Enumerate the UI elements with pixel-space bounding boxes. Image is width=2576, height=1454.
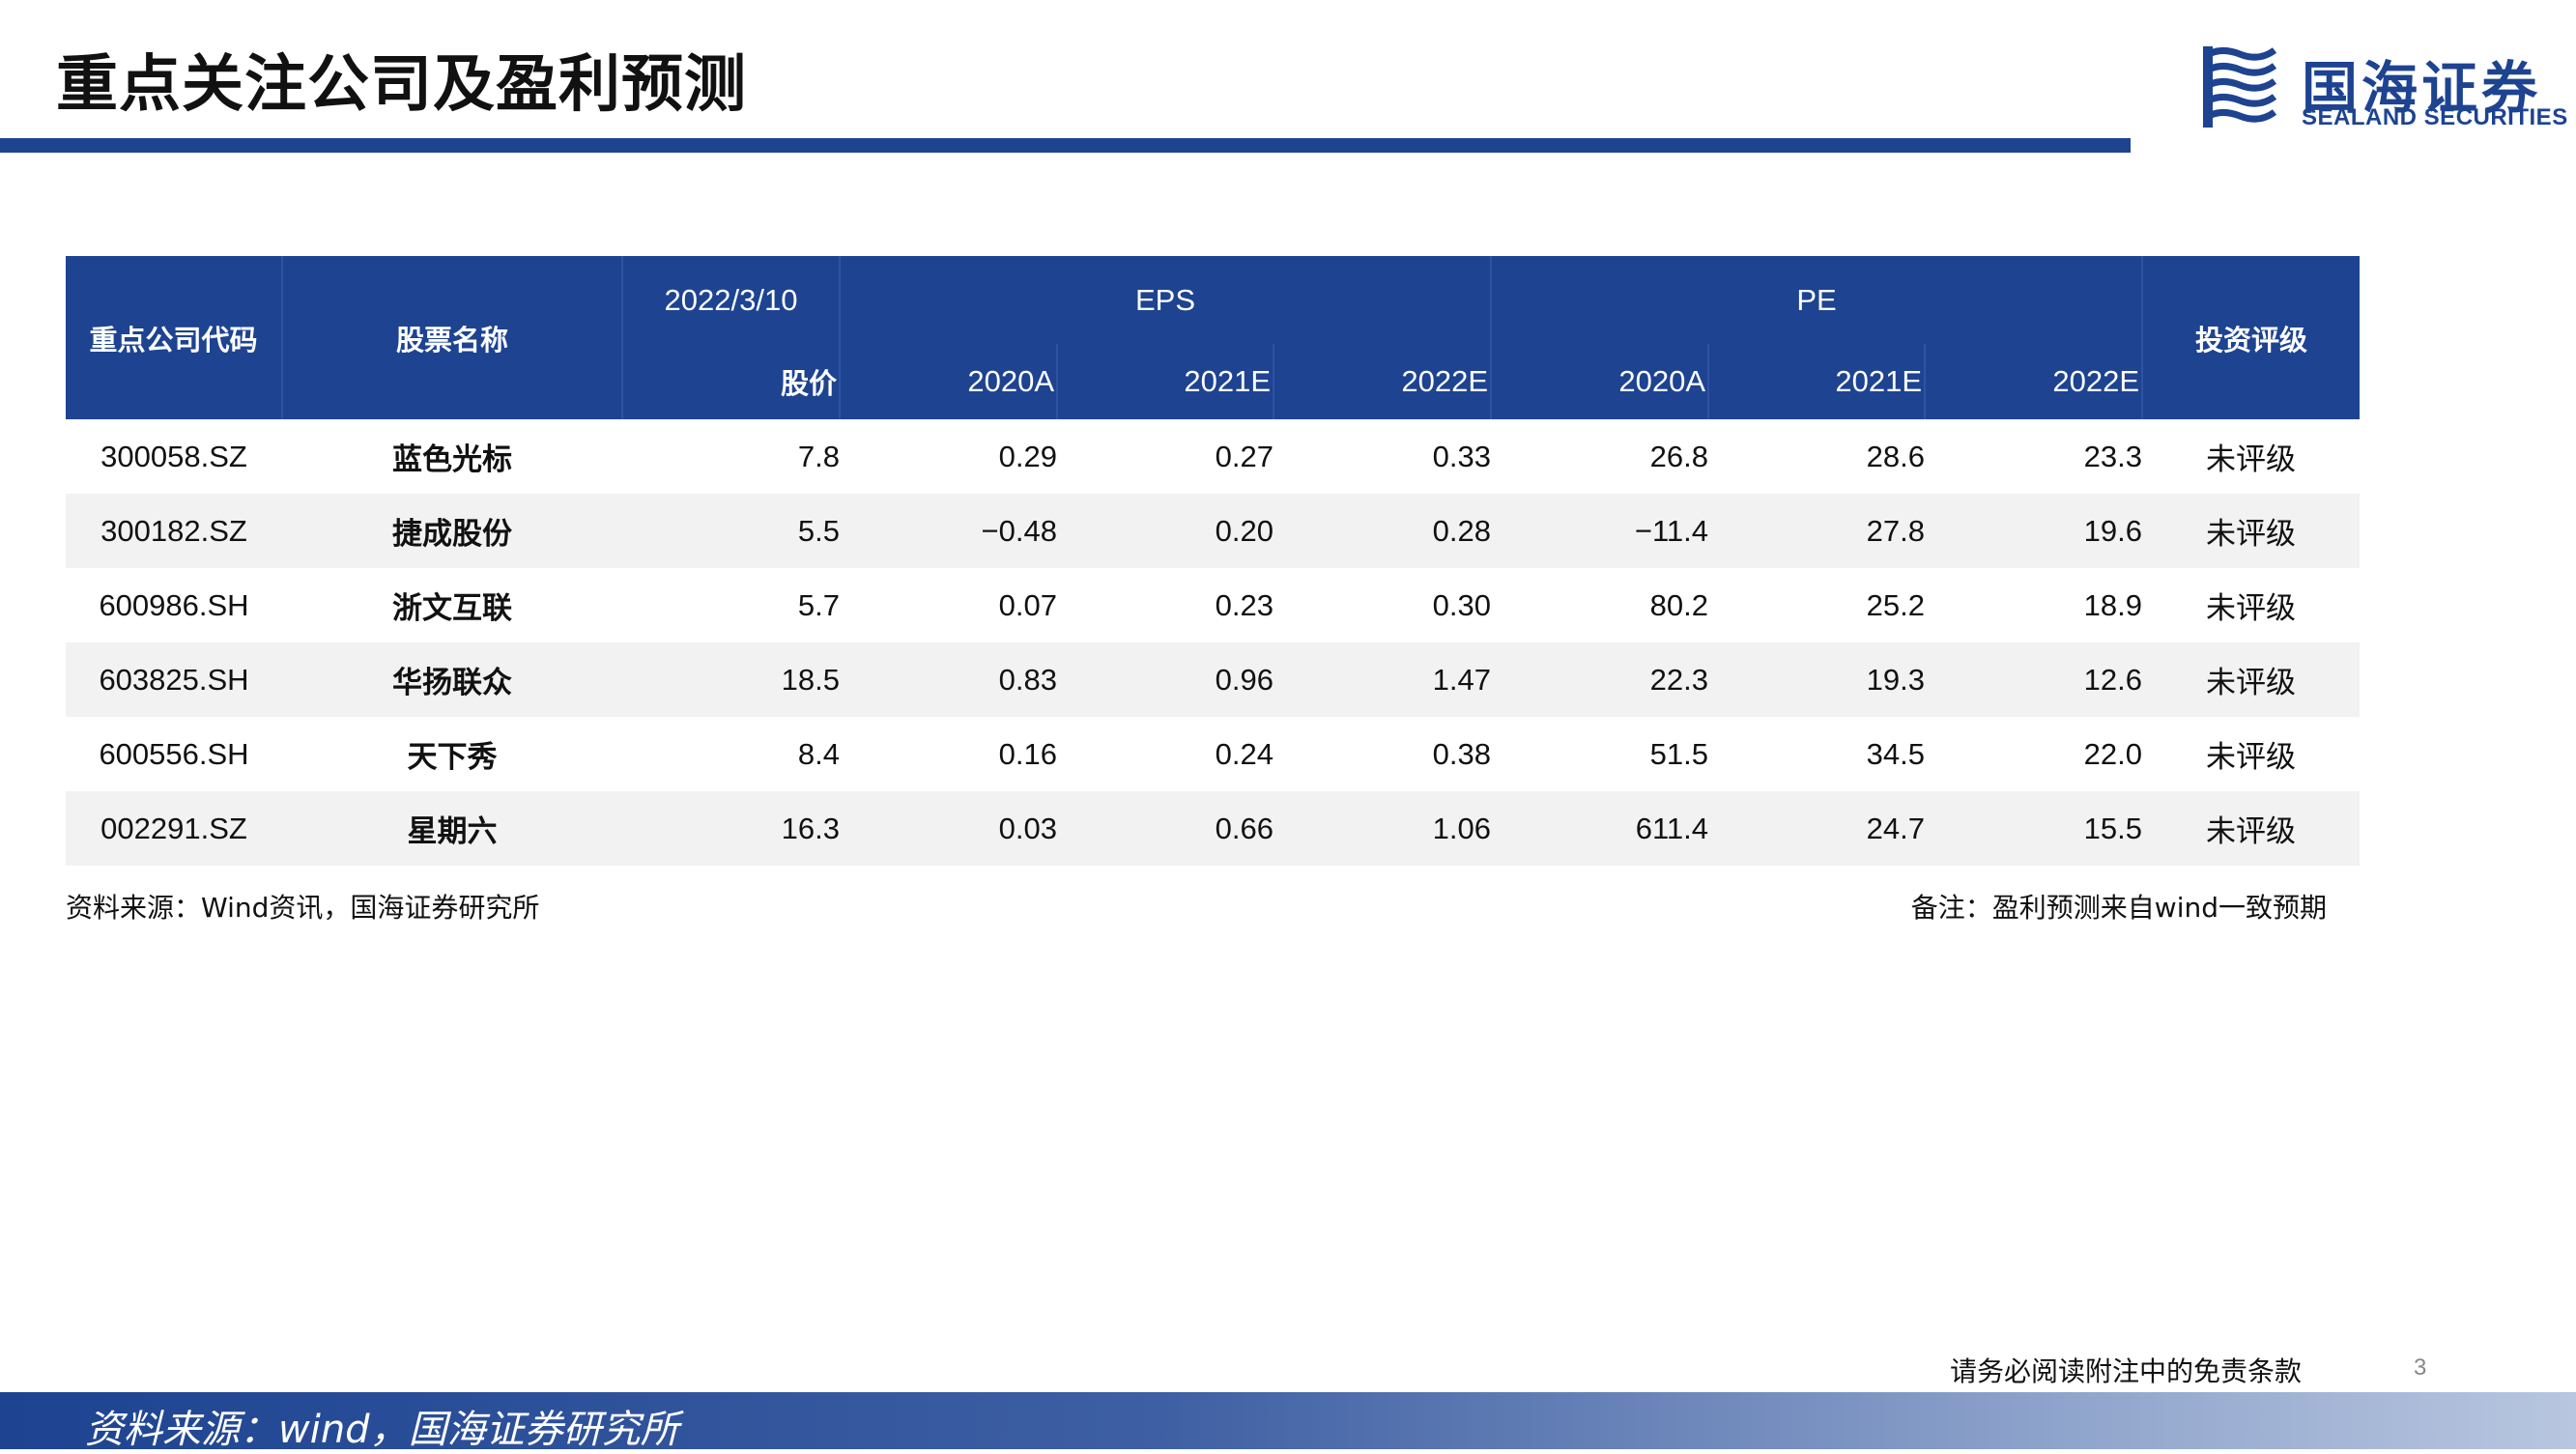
source-note: 资料来源：Wind资讯，国海证券研究所 bbox=[66, 892, 540, 924]
header-date: 2022/3/10 bbox=[622, 256, 841, 344]
cell-eps-2021e: 0.20 bbox=[1057, 494, 1274, 568]
cell-price: 8.4 bbox=[797, 736, 840, 771]
cell-rating: 未评级 bbox=[2206, 740, 2296, 775]
cell-pe-2022e: 12.6 bbox=[1925, 642, 2142, 717]
logo-english-name: SEALAND SECURITIES bbox=[2302, 104, 2568, 130]
table-row: 300182.SZ 捷成股份 5.5 −0.48 0.20 0.28 −11.4… bbox=[66, 494, 2360, 568]
cell-name: 华扬联众 bbox=[282, 642, 622, 717]
cell-eps-2020a: 0.16 bbox=[998, 736, 1057, 771]
company-logo: 国海证券 SEALAND SECURITIES bbox=[2201, 43, 2567, 139]
remark-note: 备注：盈利预测来自wind一致预期 bbox=[1910, 892, 2327, 924]
table-row: 603825.SH 华扬联众 18.5 0.83 0.96 1.47 22.3 … bbox=[66, 642, 2360, 717]
cell-price: 5.5 bbox=[622, 494, 840, 568]
cell-pe-2021e: 34.5 bbox=[1866, 736, 1925, 771]
cell-eps-2021e: 0.96 bbox=[1057, 642, 1274, 717]
cell-price: 18.5 bbox=[622, 642, 840, 717]
cell-eps-2021e: 0.23 bbox=[1215, 587, 1274, 622]
cell-pe-2021e: 27.8 bbox=[1708, 494, 1925, 568]
page-number: 3 bbox=[2414, 1354, 2427, 1381]
table-row: 600986.SH 浙文互联 5.7 0.07 0.23 0.30 80.2 2… bbox=[66, 568, 2360, 642]
cell-price: 5.7 bbox=[797, 587, 840, 622]
cell-name: 捷成股份 bbox=[282, 494, 622, 568]
cell-name: 星期六 bbox=[282, 791, 622, 866]
cell-rating: 未评级 bbox=[2206, 442, 2296, 477]
footer-source: 资料来源：wind，国海证券研究所 bbox=[85, 1408, 679, 1452]
sealand-logo-icon bbox=[2201, 46, 2278, 129]
header-eps-2021e: 2021E bbox=[1057, 344, 1274, 419]
cell-pe-2022e: 18.9 bbox=[2083, 587, 2142, 622]
cell-name: 蓝色光标 bbox=[392, 442, 512, 477]
cell-name: 天下秀 bbox=[407, 740, 498, 775]
cell-eps-2021e: 0.27 bbox=[1215, 439, 1274, 473]
cell-eps-2022e: 0.30 bbox=[1432, 587, 1491, 622]
title-underline-bar bbox=[0, 138, 2131, 153]
header-pe: PE bbox=[1491, 256, 2143, 344]
cell-eps-2021e: 0.66 bbox=[1057, 791, 1274, 866]
cell-pe-2020a: 26.8 bbox=[1649, 439, 1708, 473]
cell-eps-2022e: 0.38 bbox=[1432, 736, 1491, 771]
cell-pe-2022e: 15.5 bbox=[1925, 791, 2142, 866]
cell-pe-2021e: 24.7 bbox=[1708, 791, 1925, 866]
cell-code: 600556.SH bbox=[99, 736, 249, 771]
cell-code: 603825.SH bbox=[66, 642, 282, 717]
header-eps-2020a: 2020A bbox=[840, 344, 1058, 419]
cell-pe-2021e: 19.3 bbox=[1708, 642, 1925, 717]
cell-eps-2022e: 1.06 bbox=[1274, 791, 1491, 866]
cell-pe-2020a: 22.3 bbox=[1491, 642, 1708, 717]
cell-eps-2022e: 0.28 bbox=[1274, 494, 1491, 568]
table-row: 002291.SZ 星期六 16.3 0.03 0.66 1.06 611.4 … bbox=[66, 791, 2360, 866]
cell-eps-2020a: 0.83 bbox=[840, 642, 1057, 717]
cell-code: 300058.SZ bbox=[100, 439, 247, 473]
cell-eps-2020a: −0.48 bbox=[840, 494, 1057, 568]
header-rating: 投资评级 bbox=[2142, 256, 2360, 419]
page-title: 重点关注公司及盈利预测 bbox=[56, 49, 747, 121]
table-row: 300058.SZ 蓝色光标 7.8 0.29 0.27 0.33 26.8 2… bbox=[66, 419, 2360, 494]
cell-eps-2020a: 0.29 bbox=[998, 439, 1057, 473]
header-code: 重点公司代码 bbox=[66, 256, 283, 419]
cell-pe-2021e: 25.2 bbox=[1866, 587, 1925, 622]
header-name: 股票名称 bbox=[282, 256, 623, 419]
cell-price: 7.8 bbox=[797, 439, 840, 473]
table-row: 600556.SH 天下秀 8.4 0.16 0.24 0.38 51.5 34… bbox=[66, 717, 2360, 791]
cell-pe-2020a: 51.5 bbox=[1649, 736, 1708, 771]
cell-eps-2020a: 0.07 bbox=[998, 587, 1057, 622]
earnings-forecast-table: 重点公司代码 股票名称 2022/3/10 EPS PE 投资评级 股价 202… bbox=[66, 256, 2360, 866]
cell-rating: 未评级 bbox=[2206, 591, 2296, 626]
footer-bar: 资料来源：wind，国海证券研究所 bbox=[0, 1392, 2576, 1452]
cell-eps-2021e: 0.24 bbox=[1215, 736, 1274, 771]
header-pe-2022e: 2022E bbox=[1925, 344, 2143, 419]
cell-pe-2020a: −11.4 bbox=[1491, 494, 1708, 568]
cell-pe-2022e: 22.0 bbox=[2083, 736, 2142, 771]
cell-pe-2020a: 611.4 bbox=[1491, 791, 1708, 866]
header-pe-2020a: 2020A bbox=[1491, 344, 1709, 419]
header-eps: EPS bbox=[840, 256, 1492, 344]
cell-pe-2021e: 28.6 bbox=[1866, 439, 1925, 473]
cell-eps-2022e: 0.33 bbox=[1432, 439, 1491, 473]
header-eps-2022e: 2022E bbox=[1274, 344, 1492, 419]
cell-name: 浙文互联 bbox=[392, 591, 512, 626]
cell-code: 600986.SH bbox=[99, 587, 249, 622]
header-price: 股价 bbox=[622, 344, 841, 419]
cell-code: 300182.SZ bbox=[66, 494, 282, 568]
cell-eps-2020a: 0.03 bbox=[840, 791, 1057, 866]
cell-price: 16.3 bbox=[622, 791, 840, 866]
header-pe-2021e: 2021E bbox=[1708, 344, 1926, 419]
cell-pe-2022e: 23.3 bbox=[2083, 439, 2142, 473]
cell-rating: 未评级 bbox=[2142, 494, 2360, 568]
cell-pe-2020a: 80.2 bbox=[1649, 587, 1708, 622]
cell-rating: 未评级 bbox=[2142, 642, 2360, 717]
cell-rating: 未评级 bbox=[2142, 791, 2360, 866]
cell-eps-2022e: 1.47 bbox=[1274, 642, 1491, 717]
disclaimer-text: 请务必阅读附注中的免责条款 bbox=[1950, 1355, 2303, 1387]
cell-pe-2022e: 19.6 bbox=[1925, 494, 2142, 568]
cell-code: 002291.SZ bbox=[66, 791, 282, 866]
